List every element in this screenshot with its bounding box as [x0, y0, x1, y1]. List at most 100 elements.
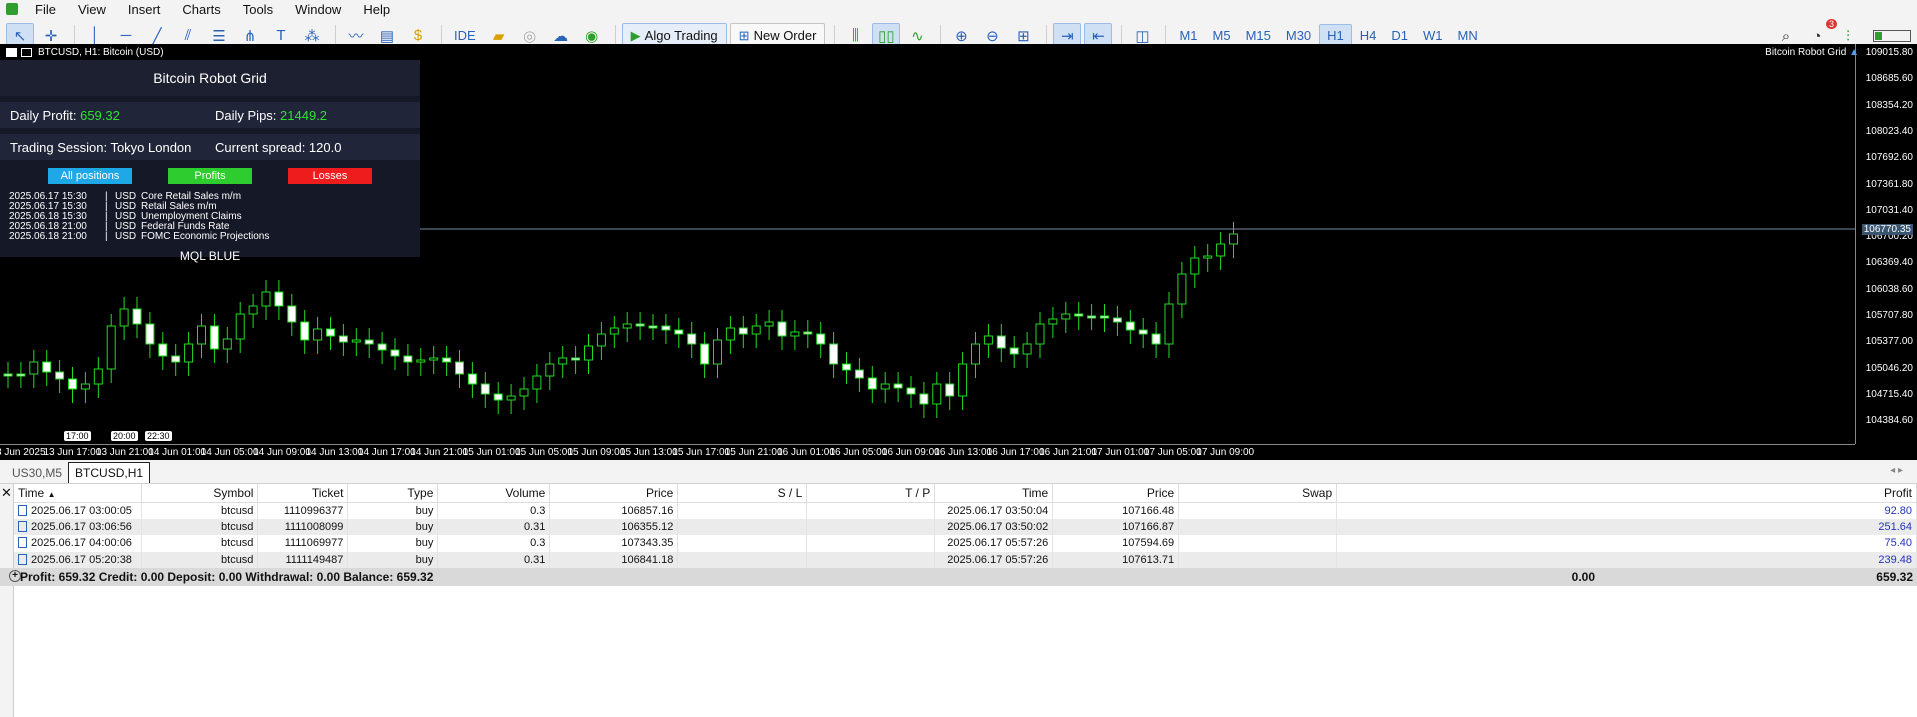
candle-body [1009, 347, 1019, 355]
candle-body [222, 338, 232, 350]
timeframe-m15[interactable]: M15 [1239, 25, 1278, 46]
tab-us30-m5[interactable]: US30,M5 [6, 463, 68, 483]
column-header[interactable]: Price [549, 484, 679, 503]
column-header[interactable]: Ticket [257, 484, 349, 503]
panel-stats-row: Daily Profit: 659.32 Daily Pips: 21449.2 [0, 102, 420, 128]
table-cell: 92.80 [1336, 502, 1917, 519]
timeframe-mn[interactable]: MN [1451, 25, 1485, 46]
candle-body [996, 335, 1006, 349]
column-header[interactable]: Price [1052, 484, 1180, 503]
table-cell: 1110996377 [257, 502, 349, 519]
table-row[interactable]: 2025.06.17 03:00:05 btcusd 1110996377 buy 0.… [14, 502, 1917, 519]
time-tick-label: 15 Jun 01:00 [462, 447, 521, 458]
column-header[interactable]: Swap [1178, 484, 1338, 503]
candle-body [390, 349, 400, 357]
candle-body [493, 393, 503, 401]
losses-button[interactable]: Losses [288, 168, 372, 184]
time-axis[interactable]: 13 Jun 202513 Jun 17:0013 Jun 21:0014 Ju… [0, 444, 1855, 460]
candle-body [958, 363, 968, 397]
news-cur: USD [115, 231, 137, 242]
candle-body [932, 383, 942, 405]
candle-body [287, 305, 297, 323]
menu-insert[interactable]: Insert [117, 2, 172, 17]
candle-body [893, 383, 903, 389]
table-row[interactable]: 2025.06.17 03:06:56 btcusd 1111008099 buy 0.… [14, 518, 1917, 535]
tab-scroll-arrows[interactable]: ◂ ▸ [1890, 465, 1903, 476]
time-tick-label: 16 Jun 09:00 [881, 447, 940, 458]
candle-body [519, 388, 529, 397]
price-tick-label: 105046.20 [1865, 362, 1913, 374]
tab-btcusd-h1[interactable]: BTCUSD,H1 [68, 462, 151, 483]
deal-icon [18, 537, 27, 549]
timeframe-m5[interactable]: M5 [1206, 25, 1238, 46]
current-spread: Current spread: 120.0 [215, 139, 342, 155]
panel-session-row: Trading Session: Tokyo London Current sp… [0, 134, 420, 160]
time-tick-label: 16 Jun 13:00 [934, 447, 993, 458]
table-cell [1178, 518, 1338, 535]
price-tick-label: 105377.00 [1865, 336, 1913, 348]
table-cell [806, 502, 936, 519]
menu-charts[interactable]: Charts [171, 2, 231, 17]
candle-body [16, 373, 26, 377]
table-cell [806, 535, 936, 552]
timeframe-h4[interactable]: H4 [1353, 25, 1384, 46]
candle-body [338, 335, 348, 343]
price-axis[interactable]: 109015.80 108685.60 108354.20 108023.40 1076… [1855, 44, 1917, 444]
time-tick-label: 15 Jun 17:00 [672, 447, 731, 458]
column-header[interactable]: Profit [1336, 484, 1917, 503]
time-tick-label: 13 Jun 21:00 [95, 447, 154, 458]
column-header-label: Time [18, 485, 45, 500]
menu-tools[interactable]: Tools [232, 2, 284, 17]
menu-view[interactable]: View [67, 2, 117, 17]
candle-body [119, 308, 129, 327]
table-cell: 2025.06.17 03:06:56 [14, 518, 143, 535]
column-header[interactable]: T / P [806, 484, 936, 503]
all-positions-button[interactable]: All positions [48, 168, 132, 184]
candle-body [171, 355, 181, 363]
play-icon: ▶ [630, 27, 641, 43]
candle-body [725, 327, 735, 341]
battery-indicator [1873, 30, 1911, 42]
brand-label: MQL BLUE [179, 249, 241, 263]
close-icon[interactable]: ✕ [0, 484, 14, 717]
profits-button[interactable]: Profits [168, 168, 252, 184]
deal-time: 2025.06.17 05:20:38 [31, 553, 132, 566]
candle-body [1112, 317, 1122, 323]
column-header[interactable]: Time ▲ [14, 484, 143, 503]
chart-window[interactable]: BTCUSD, H1: Bitcoin (USD) Bitcoin Robot … [0, 44, 1917, 460]
daily-profit-value: 659.32 [80, 107, 120, 123]
column-header[interactable]: Time [934, 484, 1054, 503]
menu-file[interactable]: File [24, 2, 67, 17]
session-time-marker: 17:00 [64, 431, 91, 441]
table-row[interactable]: 2025.06.17 05:20:38 btcusd 1111149487 buy 0.… [14, 551, 1917, 568]
timeframe-m1[interactable]: M1 [1172, 25, 1204, 46]
candle-body [880, 383, 890, 390]
table-row[interactable]: 2025.06.17 04:00:06 btcusd 1111069977 buy 0.… [14, 535, 1917, 552]
deal-icon [18, 520, 27, 532]
chart-menu-icon[interactable] [6, 48, 17, 57]
timeframe-w1[interactable]: W1 [1416, 25, 1450, 46]
candle-body [842, 363, 851, 371]
column-header[interactable]: S / L [677, 484, 808, 503]
table-cell: 2025.06.17 05:57:26 [934, 535, 1054, 552]
chart-window-icon[interactable] [21, 48, 32, 57]
candle-body [622, 323, 632, 329]
timeframe-d1[interactable]: D1 [1384, 25, 1415, 46]
menu-bar: File View Insert Charts Tools Window Hel… [0, 0, 1917, 18]
column-header[interactable]: Volume [437, 484, 551, 503]
app-icon [6, 3, 18, 15]
column-header[interactable]: Type [347, 484, 439, 503]
menu-window[interactable]: Window [284, 2, 352, 17]
menu-help[interactable]: Help [352, 2, 401, 17]
table-cell [677, 502, 808, 519]
candle-body [816, 333, 826, 345]
candle-body [364, 339, 374, 345]
expand-icon[interactable]: + [9, 570, 21, 582]
column-header[interactable]: Symbol [141, 484, 259, 503]
timeframe-m30[interactable]: M30 [1279, 25, 1318, 46]
time-tick-label: 16 Jun 17:00 [986, 447, 1045, 458]
candle-body [867, 377, 877, 390]
price-tick-label: 107031.40 [1865, 204, 1913, 216]
table-cell: 0.3 [437, 535, 551, 552]
robot-label: Bitcoin Robot Grid ▲ [1765, 47, 1859, 58]
